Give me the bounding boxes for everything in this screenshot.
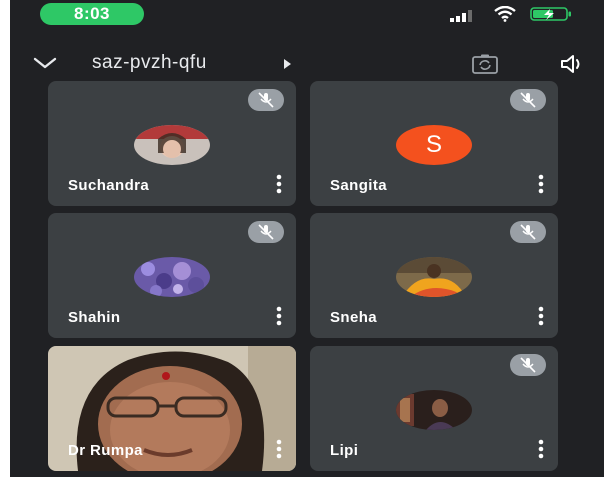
more-vert-icon[interactable]: [276, 306, 282, 326]
participant-tile[interactable]: Dr Rumpa: [48, 346, 296, 471]
participant-name: Shahin: [68, 309, 121, 326]
participant-tile[interactable]: Lipi: [310, 346, 558, 471]
meeting-header: saz-pvzh-qfu: [10, 44, 604, 82]
participant-tile[interactable]: Suchandra: [48, 81, 296, 206]
participant-name: Dr Rumpa: [68, 442, 143, 459]
meet-screen: 8:03 saz-pvzh-qfu Suchandra S Sangita Sh…: [10, 0, 604, 477]
avatar: [396, 257, 472, 297]
more-vert-icon[interactable]: [276, 174, 282, 194]
participant-tile[interactable]: S Sangita: [310, 81, 558, 206]
avatar: S: [396, 125, 472, 165]
mic-off-icon: [510, 89, 546, 111]
avatar: [134, 257, 210, 297]
more-vert-icon[interactable]: [538, 306, 544, 326]
participant-tile[interactable]: Shahin: [48, 213, 296, 338]
signal-icon: [450, 10, 472, 22]
avatar: [134, 125, 210, 165]
speaker-icon[interactable]: [560, 54, 584, 74]
mic-off-icon: [510, 354, 546, 376]
status-time: 8:03: [40, 3, 144, 25]
arrow-right-icon[interactable]: [282, 58, 292, 70]
participant-name: Sangita: [330, 177, 387, 194]
more-vert-icon[interactable]: [538, 174, 544, 194]
more-vert-icon[interactable]: [276, 439, 282, 459]
participant-name: Sneha: [330, 309, 378, 326]
chevron-down-icon[interactable]: [32, 54, 58, 72]
participant-name: Suchandra: [68, 177, 150, 194]
mic-off-icon: [510, 221, 546, 243]
switch-camera-icon[interactable]: [472, 54, 498, 74]
meeting-code[interactable]: saz-pvzh-qfu: [92, 52, 207, 74]
participant-name: Lipi: [330, 442, 359, 459]
more-vert-icon[interactable]: [538, 439, 544, 459]
participant-tile[interactable]: Sneha: [310, 213, 558, 338]
battery-icon: [530, 7, 571, 21]
wifi-icon: [494, 6, 516, 22]
mic-off-icon: [248, 89, 284, 111]
mic-off-icon: [248, 221, 284, 243]
status-bar: 8:03: [10, 0, 604, 34]
avatar: [396, 390, 472, 430]
